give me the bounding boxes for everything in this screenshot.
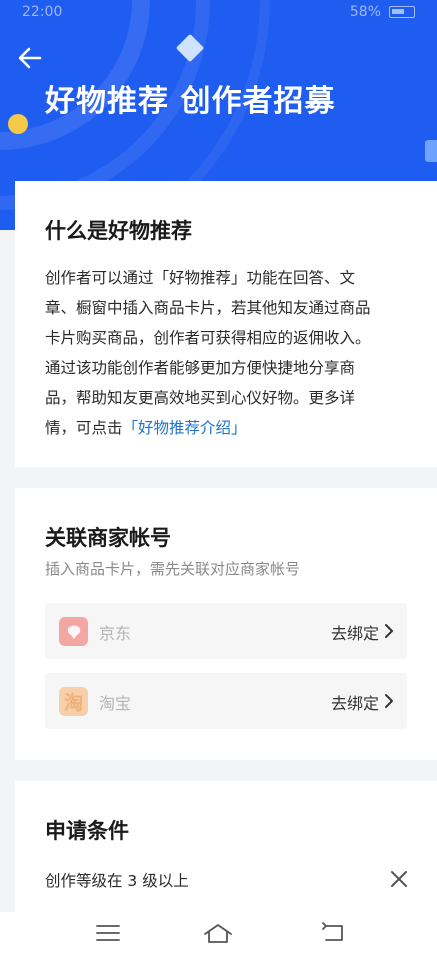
intro-line: 章、橱窗中插入商品卡片，若其他知友通过商品 — [45, 299, 371, 317]
back-button[interactable] — [16, 44, 44, 72]
bind-button[interactable]: 去绑定 — [331, 690, 379, 714]
jd-logo-icon — [59, 617, 88, 646]
arrow-left-icon — [18, 47, 42, 69]
merchant-subtitle: 插入商品卡片，需先关联对应商家帐号 — [45, 560, 301, 578]
decor-bar — [425, 140, 437, 162]
intro-line: 通过该功能创作者能够更加方便快捷地分享商 — [45, 359, 356, 377]
intro-link[interactable]: 「好物推荐介绍」 — [123, 419, 247, 437]
intro-line: 创作者可以通过「好物推荐」功能在回答、文 — [45, 269, 356, 287]
conditions-heading: 申请条件 — [45, 819, 129, 843]
menu-icon[interactable] — [95, 922, 121, 944]
battery-icon — [389, 6, 415, 18]
conditions-card: 申请条件 创作等级在 3 级以上 — [15, 781, 437, 921]
jd-dog-icon — [67, 625, 80, 639]
chevron-right-icon — [385, 624, 393, 638]
merchant-item-taobao[interactable]: 淘 淘宝 去绑定 — [45, 673, 407, 729]
taobao-logo-icon: 淘 — [59, 687, 88, 716]
chevron-right-icon — [385, 694, 393, 708]
home-icon[interactable] — [203, 922, 233, 944]
intro-text: 创作者可以通过「好物推荐」功能在回答、文 章、橱窗中插入商品卡片，若其他知友通过… — [45, 263, 413, 443]
intro-line: 情，可点击 — [45, 419, 123, 437]
decor-dot — [8, 114, 28, 134]
merchant-name: 京东 — [99, 624, 132, 643]
merchant-name: 淘宝 — [99, 694, 132, 713]
back-nav-icon[interactable] — [320, 922, 346, 944]
status-bar: 22:00 58% — [0, 0, 437, 26]
merchant-item-jd[interactable]: 京东 去绑定 — [45, 603, 407, 659]
status-battery-text: 58% — [349, 4, 381, 20]
bind-button[interactable]: 去绑定 — [331, 620, 379, 644]
merchant-heading: 关联商家帐号 — [45, 526, 171, 550]
intro-card: 什么是好物推荐 创作者可以通过「好物推荐」功能在回答、文 章、橱窗中插入商品卡片… — [15, 181, 437, 467]
intro-heading: 什么是好物推荐 — [45, 219, 192, 243]
system-nav-bar — [0, 912, 437, 956]
close-icon — [391, 871, 407, 887]
merchant-card: 关联商家帐号 插入商品卡片，需先关联对应商家帐号 京东 去绑定 淘 淘宝 去绑定 — [15, 488, 437, 760]
condition-text: 创作等级在 3 级以上 — [45, 872, 189, 890]
page-title: 好物推荐 创作者招募 — [45, 84, 336, 119]
intro-line: 品，帮助知友更高效地买到心仪好物。更多详 — [45, 389, 356, 407]
intro-line: 卡片购买商品，创作者可获得相应的返佣收入。 — [45, 329, 371, 347]
status-time: 22:00 — [22, 4, 63, 20]
